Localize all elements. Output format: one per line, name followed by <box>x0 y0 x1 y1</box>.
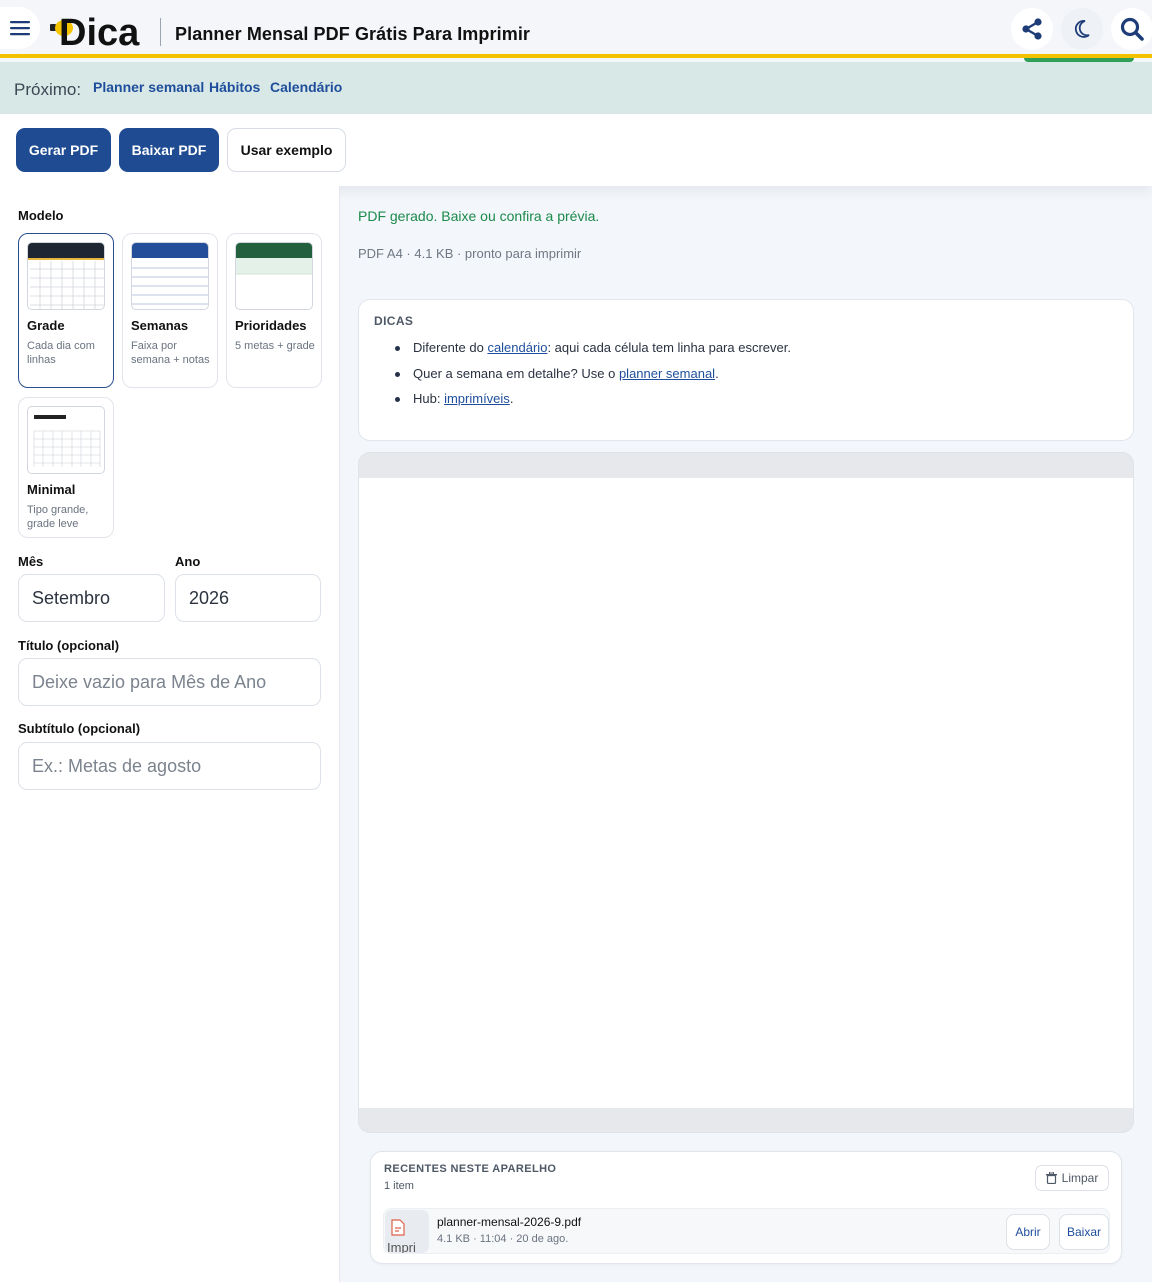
header-divider <box>160 18 161 46</box>
template-grade-name: Grade <box>27 318 65 333</box>
download-file-button[interactable]: Baixar <box>1059 1214 1109 1250</box>
tips-title: DICAS <box>374 314 414 328</box>
subtitle-input[interactable]: Ex.: Metas de agosto <box>18 742 321 790</box>
open-file-button[interactable]: Abrir <box>1006 1214 1050 1250</box>
download-pdf-button[interactable]: Baixar PDF <box>119 128 219 172</box>
tip-text: . <box>509 391 514 406</box>
site-logo[interactable]: Dica <box>50 8 150 54</box>
recent-file-name[interactable]: planner-mensal-2026-9.pdf <box>437 1215 581 1229</box>
next-link-calendario[interactable]: Calendário <box>270 79 342 95</box>
hamburger-icon <box>10 21 30 36</box>
tip-text: Quer a semana em detalhe? Use o <box>413 366 619 381</box>
tip-text: . <box>715 366 719 381</box>
template-semanas-desc: Faixa por semana + notas <box>131 340 210 366</box>
recents-count: 1 item <box>384 1180 414 1192</box>
recents-card: RECENTES NESTE APARELHO 1 item Limpar Im… <box>370 1151 1122 1264</box>
template-prioridades[interactable]: Prioridades 5 metas + grade <box>226 233 322 388</box>
tip-item: Diferente do calendário: aqui cada célul… <box>413 340 791 355</box>
tip-bullet <box>395 397 400 402</box>
template-minimal[interactable]: Minimal Tipo grande, grade leve <box>18 397 114 538</box>
thumbnail-text: Impri <box>387 1240 416 1253</box>
template-semanas[interactable]: Semanas Faixa por semana + notas <box>122 233 218 388</box>
use-example-button[interactable]: Usar exemplo <box>227 128 346 172</box>
month-label: Mês <box>18 554 44 569</box>
recent-file-item: Impri planner-mensal-2026-9.pdf 4.1 KB ·… <box>383 1208 1110 1254</box>
template-grade-thumbnail <box>27 242 105 310</box>
trash-icon <box>1045 1172 1057 1184</box>
template-minimal-desc: Tipo grande, grade leve <box>27 504 89 530</box>
template-grade-desc: Cada dia com linhas <box>27 340 95 366</box>
template-minimal-thumbnail <box>27 406 105 474</box>
tip-bullet <box>395 346 400 351</box>
subtitle-label: Subtítulo (opcional) <box>18 721 141 736</box>
clear-recents-button[interactable]: Limpar <box>1035 1165 1109 1191</box>
next-label: Próximo: <box>14 80 82 99</box>
tip-text: Diferente do <box>413 340 488 355</box>
tip-link-calendario[interactable]: calendário <box>487 340 547 355</box>
next-bar: Próximo: Planner semanal Hábitos Calendá… <box>0 62 1152 114</box>
title-input[interactable]: Deixe vazio para Mês de Ano <box>18 658 321 706</box>
tip-link-imprimiveis[interactable]: imprimíveis <box>444 391 510 406</box>
pdf-meta: PDF A4 · 4.1 KB · pronto para imprimir <box>358 246 582 261</box>
theme-toggle-button[interactable] <box>1061 8 1103 50</box>
title-label: Título (opcional) <box>18 638 120 653</box>
template-prioridades-thumbnail <box>235 242 313 310</box>
top-header: Dica Planner Mensal PDF Grátis Para Impr… <box>0 0 1152 58</box>
pdf-preview-frame[interactable] <box>358 452 1134 1133</box>
template-minimal-name: Minimal <box>27 482 76 497</box>
moon-icon <box>1074 20 1090 38</box>
share-icon <box>1022 18 1042 40</box>
page-title: Planner Mensal PDF Grátis Para Imprimir <box>175 24 531 44</box>
share-button[interactable] <box>1011 8 1053 50</box>
pdf-preview-page <box>359 478 1133 1108</box>
year-label: Ano <box>175 554 201 569</box>
tips-card: DICAS Diferente do calendário: aqui cada… <box>358 299 1134 441</box>
next-link-planner-semanal[interactable]: Planner semanal <box>93 79 204 95</box>
template-prioridades-desc: 5 metas + grade <box>235 340 315 352</box>
settings-panel: Modelo Grade Cada dia com linhas Semanas… <box>0 186 340 1282</box>
recent-file-meta: 4.1 KB · 11:04 · 20 de ago. <box>437 1233 569 1245</box>
tip-item: Hub: imprimíveis. <box>413 391 513 406</box>
status-message: PDF gerado. Baixe ou confira a prévia. <box>358 208 600 224</box>
tip-item: Quer a semana em detalhe? Use o planner … <box>413 366 719 381</box>
menu-button[interactable] <box>0 7 40 49</box>
year-input[interactable]: 2026 <box>175 574 321 622</box>
template-grade[interactable]: Grade Cada dia com linhas <box>18 233 114 388</box>
search-button[interactable] <box>1111 8 1152 50</box>
clear-label: Limpar <box>1061 1171 1099 1185</box>
recents-title: RECENTES NESTE APARELHO <box>384 1163 557 1175</box>
action-toolbar: Gerar PDF Baixar PDF Usar exemplo <box>0 114 1152 186</box>
tip-link-planner-semanal[interactable]: planner semanal <box>619 366 715 381</box>
template-semanas-thumbnail <box>131 242 209 310</box>
file-thumbnail: Impri <box>385 1210 429 1253</box>
search-icon <box>1120 17 1144 41</box>
tip-text: Hub: <box>413 391 445 406</box>
tip-bullet <box>395 372 400 377</box>
generate-pdf-button[interactable]: Gerar PDF <box>16 128 111 172</box>
next-link-habitos[interactable]: Hábitos <box>209 79 260 95</box>
logo-text: Dica <box>59 12 140 48</box>
model-label: Modelo <box>18 208 64 223</box>
template-prioridades-name: Prioridades <box>235 318 307 333</box>
pdf-file-icon <box>391 1219 405 1236</box>
tip-text: : aqui cada célula tem linha para escrev… <box>547 340 791 355</box>
template-semanas-name: Semanas <box>131 318 189 333</box>
month-select[interactable]: Setembro <box>18 574 165 622</box>
